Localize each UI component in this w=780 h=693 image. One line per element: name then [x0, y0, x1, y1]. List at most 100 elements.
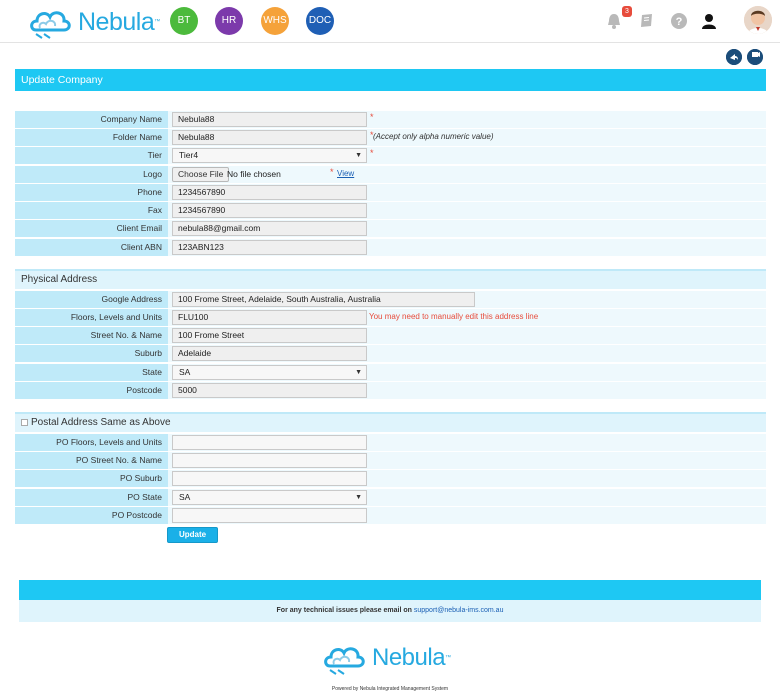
suburb-label: Suburb: [15, 345, 168, 362]
client-email-row: Client Email nebula88@gmail.com: [15, 220, 766, 238]
po-floors-label: PO Floors, Levels and Units: [15, 434, 168, 451]
footer-support: For any technical issues please email on…: [19, 600, 761, 622]
po-street-label: PO Street No. & Name: [15, 452, 168, 469]
floors-label: Floors, Levels and Units: [15, 309, 168, 326]
brand-name: Nebula: [78, 7, 155, 36]
po-street-row: PO Street No. & Name: [15, 452, 766, 470]
share-icon: [726, 49, 742, 65]
footer-brand-tm: ™: [445, 655, 452, 661]
floors-row: Floors, Levels and Units FLU100 You may …: [15, 309, 766, 327]
google-address-label: Google Address: [15, 291, 168, 308]
folder-name-row: Folder Name Nebula88 * (Accept only alph…: [15, 129, 766, 147]
logo-label: Logo: [15, 166, 168, 183]
module-doc-button[interactable]: DOC: [306, 7, 334, 35]
client-abn-row: Client ABN 123ABN123: [15, 239, 766, 257]
fax-input[interactable]: 1234567890: [172, 203, 367, 218]
phone-input[interactable]: 1234567890: [172, 185, 367, 200]
cloud-logo-icon: [324, 647, 365, 675]
po-state-select[interactable]: SA ▼: [172, 490, 367, 505]
google-address-input[interactable]: 100 Frome Street, Adelaide, South Austra…: [172, 292, 475, 307]
video-button[interactable]: [747, 49, 763, 65]
folder-name-hint: (Accept only alpha numeric value): [373, 132, 494, 141]
state-select[interactable]: SA ▼: [172, 365, 367, 380]
footer-bar: [19, 580, 761, 600]
fax-row: Fax 1234567890: [15, 202, 766, 220]
required-mark: *: [370, 148, 374, 158]
top-navbar: Nebula ™ BT HR WHS DOC 3 ?: [0, 0, 780, 43]
folder-name-input[interactable]: Nebula88: [172, 130, 367, 145]
avatar-photo-icon: [744, 6, 772, 34]
module-hr-button[interactable]: HR: [215, 7, 243, 35]
company-name-row: Company Name Nebula88 *: [15, 111, 766, 129]
help-icon[interactable]: ?: [670, 12, 688, 30]
module-bt-button[interactable]: BT: [170, 7, 198, 35]
support-email-link[interactable]: support@nebula-ims.com.au: [414, 607, 504, 614]
client-email-input[interactable]: nebula88@gmail.com: [172, 221, 367, 236]
po-suburb-label: PO Suburb: [15, 470, 168, 487]
tier-value: Tier4: [179, 150, 199, 160]
floors-warning: You may need to manually edit this addre…: [369, 312, 539, 321]
dropdown-arrow-icon: ▼: [355, 152, 362, 159]
tier-row: Tier Tier4 ▼ *: [15, 147, 766, 165]
video-icon: [747, 49, 763, 65]
postcode-input[interactable]: 5000: [172, 383, 367, 398]
folder-name-label: Folder Name: [15, 129, 168, 146]
nebula-logo[interactable]: Nebula ™: [28, 4, 160, 40]
brand-tm: ™: [154, 19, 161, 25]
po-floors-row: PO Floors, Levels and Units: [15, 434, 766, 452]
phone-row: Phone 1234567890: [15, 184, 766, 202]
book-icon[interactable]: [638, 12, 656, 30]
po-street-input[interactable]: [172, 453, 367, 468]
same-as-above-checkbox[interactable]: [21, 419, 28, 426]
tier-select[interactable]: Tier4 ▼: [172, 148, 367, 163]
bell-icon[interactable]: [605, 12, 623, 30]
floors-input[interactable]: FLU100: [172, 310, 367, 325]
street-input[interactable]: 100 Frome Street: [172, 328, 367, 343]
avatar[interactable]: [744, 6, 772, 34]
dropdown-arrow-icon: ▼: [355, 494, 362, 501]
state-row: State SA ▼: [15, 364, 766, 382]
client-email-label: Client Email: [15, 220, 168, 237]
po-suburb-row: PO Suburb: [15, 470, 766, 488]
street-row: Street No. & Name 100 Frome Street: [15, 327, 766, 345]
update-button[interactable]: Update: [167, 527, 218, 543]
phone-label: Phone: [15, 184, 168, 201]
po-postcode-label: PO Postcode: [15, 507, 168, 524]
footer-logo: Nebula ™: [322, 640, 451, 676]
physical-address-heading: Physical Address: [15, 269, 766, 289]
postal-address-heading: Postal Address Same as Above: [15, 412, 766, 432]
po-state-value: SA: [179, 492, 191, 502]
client-abn-input[interactable]: 123ABN123: [172, 240, 367, 255]
svg-text:?: ?: [676, 16, 683, 28]
notification-badge: 3: [622, 6, 632, 17]
file-status: No file chosen: [227, 169, 281, 179]
dropdown-arrow-icon: ▼: [355, 369, 362, 376]
po-postcode-row: PO Postcode: [15, 507, 766, 525]
po-postcode-input[interactable]: [172, 508, 367, 523]
postcode-row: Postcode 5000: [15, 382, 766, 400]
suburb-row: Suburb Adelaide: [15, 345, 766, 363]
module-whs-button[interactable]: WHS: [261, 7, 289, 35]
cloud-logo-icon: [30, 11, 71, 39]
required-mark: *: [330, 167, 334, 177]
postcode-label: Postcode: [15, 382, 168, 399]
po-suburb-input[interactable]: [172, 471, 367, 486]
required-mark: *: [370, 112, 374, 122]
google-address-row: Google Address 100 Frome Street, Adelaid…: [15, 291, 766, 309]
tier-label: Tier: [15, 147, 168, 164]
support-text: For any technical issues please email on: [276, 607, 412, 614]
view-logo-link[interactable]: View: [337, 169, 354, 178]
company-name-input[interactable]: Nebula88: [172, 112, 367, 127]
logo-row: Logo Choose File No file chosen * View: [15, 166, 766, 184]
po-state-row: PO State SA ▼: [15, 489, 766, 507]
fax-label: Fax: [15, 202, 168, 219]
page-title: Update Company: [15, 69, 766, 91]
choose-file-button[interactable]: Choose File: [172, 167, 230, 182]
po-state-label: PO State: [15, 489, 168, 506]
state-value: SA: [179, 367, 191, 377]
share-button[interactable]: [726, 49, 742, 65]
street-label: Street No. & Name: [15, 327, 168, 344]
user-icon[interactable]: [700, 12, 718, 30]
suburb-input[interactable]: Adelaide: [172, 346, 367, 361]
po-floors-input[interactable]: [172, 435, 367, 450]
